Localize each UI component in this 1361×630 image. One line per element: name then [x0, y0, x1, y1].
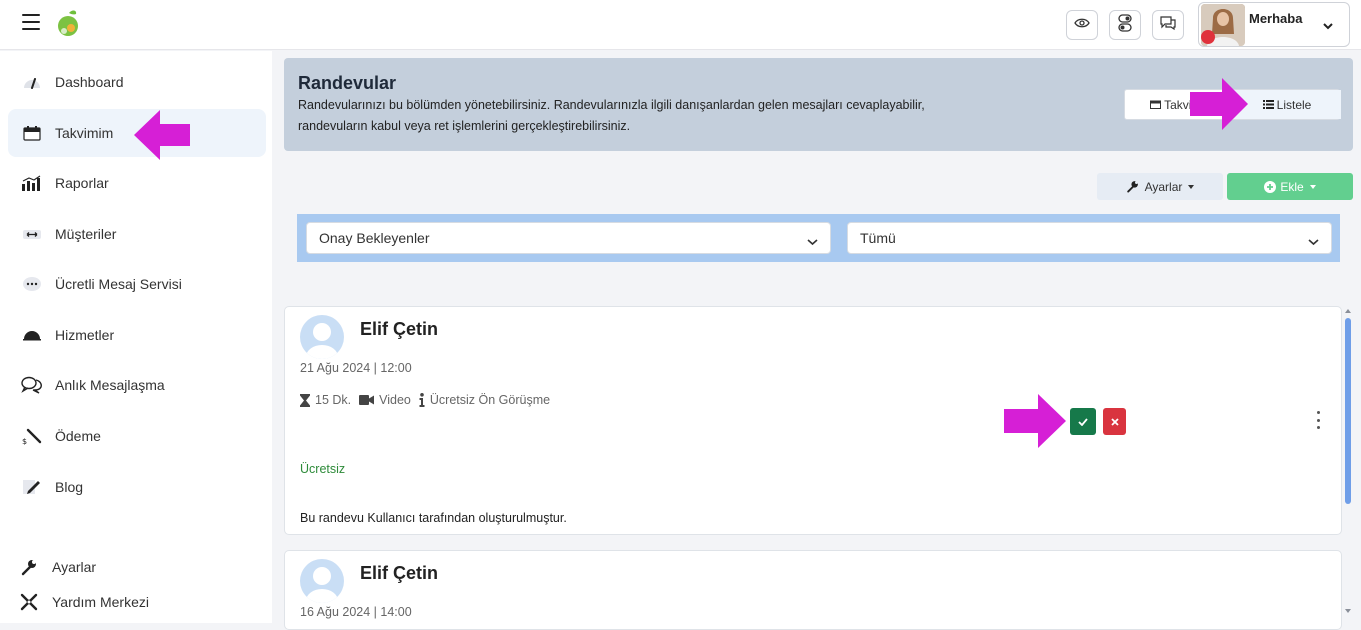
- hourglass-icon: [300, 393, 310, 407]
- annotation-arrow-icon: [1004, 394, 1066, 448]
- chevron-down-icon: [1308, 233, 1319, 249]
- duration-text: 15 Dk.: [315, 393, 352, 407]
- pen-icon: [21, 477, 43, 497]
- services-icon: [21, 325, 43, 345]
- eye-button[interactable]: [1066, 10, 1098, 40]
- menu-icon[interactable]: [22, 14, 40, 30]
- payment-icon: $: [21, 426, 43, 446]
- eye-icon: [1074, 16, 1090, 34]
- list-view-button[interactable]: Listele: [1233, 90, 1341, 119]
- annotation-arrow-icon: [1190, 78, 1248, 130]
- more-options-icon[interactable]: [1315, 411, 1321, 429]
- status-filter-select[interactable]: Onay Bekleyenler: [306, 222, 831, 254]
- settings-dropdown-button[interactable]: Ayarlar: [1097, 173, 1223, 200]
- sidebar-item-label: Yardım Merkezi: [52, 594, 149, 610]
- chevron-down-icon[interactable]: [1323, 17, 1333, 35]
- accept-button[interactable]: [1070, 408, 1096, 435]
- close-icon: [1110, 417, 1119, 426]
- scrollbar[interactable]: [1344, 308, 1352, 616]
- sidebar-item-raporlar[interactable]: Raporlar: [8, 159, 266, 207]
- sidebar-item-blog[interactable]: Blog: [8, 463, 266, 511]
- calendar-icon: [21, 123, 43, 143]
- check-icon: [1078, 417, 1088, 426]
- appointment-meta: 15 Dk. Video Ücretsiz Ön Görüşme: [300, 393, 558, 407]
- sidebar-item-musteriler[interactable]: Müşteriler: [8, 210, 266, 258]
- sidebar-item-label: Takvimim: [55, 125, 114, 141]
- appointment-date: 21 Ağu 2024 | 12:00: [300, 361, 412, 375]
- sidebar-item-odeme[interactable]: $ Ödeme: [8, 412, 266, 460]
- client-name: Elif Çetin: [360, 563, 439, 583]
- profile-greeting: Merhaba: [1249, 11, 1303, 26]
- avatar: [300, 559, 344, 603]
- client-name: Elif Çetin: [360, 319, 439, 339]
- list-view-label: Listele: [1276, 97, 1312, 112]
- type-filter-select[interactable]: Tümü: [847, 222, 1332, 254]
- chat-button[interactable]: [1152, 10, 1184, 40]
- sidebar-item-label: Anlık Mesajlaşma: [55, 377, 165, 393]
- customers-icon: [21, 224, 43, 244]
- sidebar-item-label: Dashboard: [55, 74, 124, 90]
- sidebar-item-label: Müşteriler: [55, 226, 117, 242]
- svg-text:$: $: [22, 437, 27, 445]
- page-description: Randevularınızı bu bölümden yönetebilirs…: [298, 98, 925, 133]
- avatar: [300, 315, 344, 359]
- list-icon: [1262, 100, 1274, 109]
- sidebar-item-label: Hizmetler: [55, 327, 115, 343]
- chevron-down-icon: [807, 233, 818, 249]
- sidebar-item-yardim-merkezi[interactable]: Yardım Merkezi: [8, 578, 266, 626]
- appointment-note: Bu randevu Kullanıcı tarafından oluşturu…: [300, 511, 567, 525]
- chat-bubbles-icon: [21, 375, 43, 395]
- video-icon: [359, 395, 375, 405]
- mode-text: Video: [379, 393, 411, 407]
- service-text: Ücretsiz Ön Görüşme: [429, 393, 551, 407]
- page-title: Randevular: [298, 73, 397, 93]
- status-dot: [1201, 30, 1215, 44]
- sidebar-item-dashboard[interactable]: Dashboard: [8, 58, 266, 106]
- settings-label: Ayarlar: [1144, 179, 1183, 194]
- type-filter-value: Tümü: [860, 230, 896, 246]
- caret-down-icon: [1309, 184, 1316, 189]
- add-dropdown-button[interactable]: Ekle: [1227, 173, 1353, 200]
- toggle-button[interactable]: [1109, 10, 1141, 40]
- sidebar-item-label: Ayarlar: [52, 559, 97, 575]
- calendar-view-button[interactable]: Takvim: [1150, 98, 1195, 112]
- filter-bar: Onay Bekleyenler Tümü: [297, 214, 1340, 262]
- dashboard-icon: [21, 72, 43, 92]
- calendar-icon: [1150, 98, 1164, 112]
- appointment-card: Elif Çetin 21 Ağu 2024 | 12:00 15 Dk. Vi…: [284, 306, 1342, 535]
- toggle-icon: [1118, 13, 1132, 37]
- reject-button[interactable]: [1103, 408, 1126, 435]
- sidebar-item-hizmetler[interactable]: Hizmetler: [8, 311, 266, 359]
- caret-down-icon: [1188, 184, 1195, 189]
- chat-icon: [1159, 15, 1177, 36]
- annotation-arrow-icon: [134, 110, 190, 160]
- status-filter-value: Onay Bekleyenler: [319, 230, 430, 246]
- sidebar-item-ucretli-mesaj-servisi[interactable]: Ücretli Mesaj Servisi: [8, 260, 266, 308]
- help-icon: [18, 592, 40, 612]
- appointment-date: 16 Ağu 2024 | 14:00: [300, 605, 412, 619]
- plus-circle-icon: [1264, 180, 1277, 193]
- sidebar-item-label: Raporlar: [55, 175, 109, 191]
- app-logo[interactable]: [55, 9, 83, 39]
- top-bar: Merhaba: [0, 0, 1361, 50]
- profile-menu[interactable]: Merhaba: [1198, 2, 1350, 47]
- bar-chart-icon: [21, 173, 43, 193]
- sidebar-item-label: Blog: [55, 479, 84, 495]
- price-text: Ücretsiz: [300, 462, 346, 476]
- sidebar-item-label: Ücretli Mesaj Servisi: [55, 276, 182, 292]
- info-icon: [419, 393, 425, 407]
- sidebar-item-anlik-mesajlasma[interactable]: Anlık Mesajlaşma: [8, 361, 266, 409]
- wrench-icon: [18, 557, 40, 577]
- add-label: Ekle: [1280, 179, 1304, 194]
- sidebar-item-label: Ödeme: [55, 428, 101, 444]
- scrollbar-thumb[interactable]: [1345, 318, 1351, 504]
- wrench-icon: [1126, 180, 1139, 193]
- appointment-card: Elif Çetin 16 Ağu 2024 | 14:00: [284, 550, 1342, 630]
- message-dots-icon: [21, 274, 43, 294]
